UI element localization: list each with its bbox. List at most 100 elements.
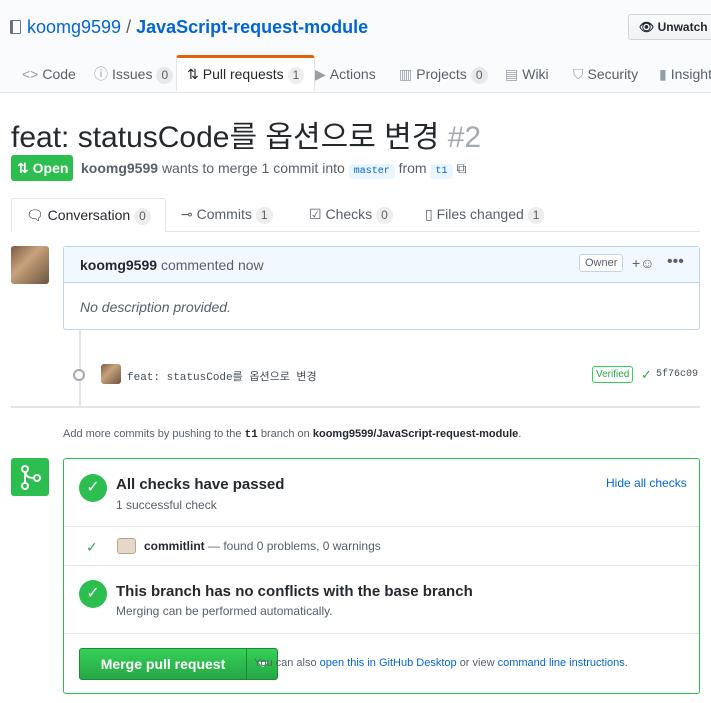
check-item-desc: — found 0 problems, 0 warnings [208, 539, 381, 553]
commit-message[interactable]: feat: statusCode를 옵션으로 변경 [127, 368, 317, 384]
clipboard-icon[interactable]: ⧉ [456, 160, 466, 176]
avatar[interactable] [11, 246, 49, 284]
issue-icon: ⓘ [94, 66, 108, 82]
tab-label: Conversation [47, 207, 131, 223]
merge-box: ✓ All checks have passed 1 successful ch… [63, 458, 700, 694]
command-line-link[interactable]: command line instructions [498, 657, 625, 669]
tab-counter: 0 [376, 207, 393, 224]
tab-label: Commits [196, 206, 252, 222]
tab-label: Issues [112, 66, 153, 82]
file-diff-icon: ▯ [425, 206, 433, 222]
check-circle-icon: ✓ [79, 580, 107, 608]
tab-counter: 1 [287, 67, 305, 84]
hide-all-checks-link[interactable]: Hide all checks [606, 476, 687, 490]
shield-icon: ⛉ [573, 66, 584, 82]
checks-title: All checks have passed [116, 476, 285, 493]
comment-body: No description provided. [80, 299, 231, 315]
checklist-icon: ☑ [309, 206, 322, 222]
merge-note-end: . [624, 657, 628, 669]
commit-node-icon [73, 369, 85, 381]
comment-header: koomg9599 commented now Owner +☺ ••• [64, 247, 699, 283]
pr-title-text: feat: statusCode를 옵션으로 변경 [11, 121, 440, 154]
repo-owner-link[interactable]: koomg9599 [27, 17, 121, 37]
comment-meta: koomg9599 commented now [80, 257, 264, 273]
note-middle: branch on [260, 428, 310, 440]
status-badge: ⇅ Open [11, 155, 73, 181]
timeline-line [79, 330, 81, 406]
book-icon: ▤ [505, 66, 519, 82]
project-icon: ▥ [399, 66, 413, 82]
tab-label: Code [42, 66, 76, 82]
code-icon: <> [22, 66, 39, 82]
pr-tabs: 🗨 Conversation 0 ⊸ Commits 1 ☑ Checks 0 ▯ F… [11, 198, 700, 232]
pull-request-icon: ⇅ [17, 160, 29, 176]
conflicts-title: This branch has no conflicts with the ba… [116, 583, 473, 600]
base-branch[interactable]: master [348, 164, 395, 179]
tab-checks[interactable]: ☑ Checks 0 [309, 198, 393, 230]
divider [64, 565, 699, 566]
divider [64, 633, 699, 634]
status-label: Open [32, 160, 69, 176]
tab-counter: 1 [527, 207, 545, 224]
repo-name-link[interactable]: JavaScript-request-module [136, 17, 368, 37]
owner-badge: Owner [579, 254, 624, 272]
check-item: commitlint — found 0 problems, 0 warning… [144, 539, 381, 553]
tab-security[interactable]: ⛉ Security [573, 55, 638, 92]
tab-label: Actions [329, 66, 376, 82]
tab-label: Wiki [522, 66, 549, 82]
tab-counter: 0 [156, 67, 174, 84]
commit-sha[interactable]: 5f76c09 [656, 369, 698, 380]
note-suffix: . [518, 428, 522, 440]
from-label: from [398, 160, 427, 176]
unwatch-label: Unwatch [657, 20, 708, 34]
commit-avatar[interactable] [101, 364, 121, 384]
divider [64, 526, 699, 527]
note-prefix: Add more commits by pushing to the [63, 428, 242, 440]
github-desktop-link[interactable]: open this in GitHub Desktop [320, 657, 457, 669]
merge-note-prefix: You can also [254, 657, 317, 669]
tab-counter: 1 [255, 207, 273, 224]
play-icon: ▶ [315, 66, 326, 82]
tab-label: Files changed [436, 206, 524, 222]
tab-projects[interactable]: ▥ Projects 0 [399, 55, 488, 92]
checks-subtitle: 1 successful check [116, 498, 217, 512]
tab-actions[interactable]: ▶ Actions [315, 55, 376, 92]
tab-conversation[interactable]: 🗨 Conversation 0 [11, 198, 166, 232]
kebab-menu-icon[interactable]: ••• [667, 253, 684, 271]
eye-icon: 👁 [639, 20, 655, 34]
tab-code[interactable]: <> Code [22, 55, 76, 92]
repo-icon [10, 20, 21, 34]
tab-commits[interactable]: ⊸ Commits 1 [181, 198, 273, 230]
repo-title: koomg9599/JavaScript-request-module [10, 17, 368, 38]
merge-description: wants to merge 1 commit into [161, 160, 345, 176]
note-repo[interactable]: koomg9599/JavaScript-request-module [313, 428, 518, 440]
repo-separator: / [126, 17, 132, 37]
unwatch-button[interactable]: 👁 Unwatch ▾ [628, 14, 711, 40]
check-item-name: commitlint [144, 539, 205, 553]
tab-label: Checks [325, 206, 373, 222]
conflicts-subtitle: Merging can be performed automatically. [116, 604, 333, 618]
pr-number: #2 [447, 121, 482, 154]
comment-box: koomg9599 commented now Owner +☺ ••• No … [63, 246, 700, 330]
tab-label: Security [587, 66, 639, 82]
add-reaction-icon[interactable]: +☺ [632, 255, 654, 271]
merge-pull-request-button[interactable]: Merge pull request [79, 648, 247, 680]
tab-files-changed[interactable]: ▯ Files changed 1 [425, 198, 545, 230]
pr-meta: koomg9599 wants to merge 1 commit into m… [81, 160, 466, 179]
comment-action[interactable]: commented now [161, 257, 264, 273]
timeline-divider [11, 406, 700, 408]
check-circle-icon: ✓ [79, 474, 107, 502]
check-icon: ✓ [86, 539, 98, 555]
head-branch[interactable]: t1 [430, 164, 453, 179]
tab-issues[interactable]: ⓘ Issues 0 [94, 55, 174, 92]
tab-wiki[interactable]: ▤ Wiki [505, 55, 549, 92]
author-link[interactable]: koomg9599 [81, 160, 158, 176]
comment-author[interactable]: koomg9599 [80, 257, 157, 273]
tab-insights[interactable]: ▮Insights [659, 55, 711, 92]
tab-counter: 0 [134, 208, 151, 225]
note-branch: t1 [244, 429, 258, 441]
tab-pull-requests[interactable]: ⇅ Pull requests 1 [176, 55, 316, 91]
merge-note: You can also open this in GitHub Desktop… [254, 657, 628, 669]
verified-badge[interactable]: Verified [592, 366, 634, 383]
add-commits-note: Add more commits by pushing to the t1 br… [63, 428, 521, 441]
